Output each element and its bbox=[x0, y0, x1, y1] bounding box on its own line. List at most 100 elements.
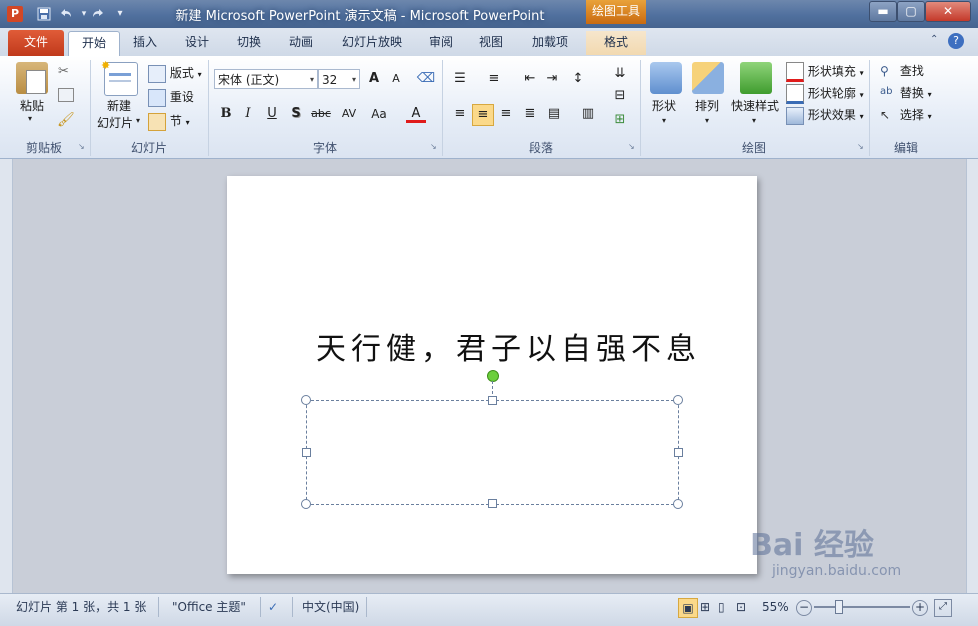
bold-button[interactable]: B bbox=[216, 104, 236, 124]
tab-file[interactable]: 文件 bbox=[8, 30, 64, 56]
character-spacing-button[interactable]: AV bbox=[336, 104, 362, 124]
arrange-button[interactable] bbox=[692, 62, 724, 94]
numbering-icon[interactable]: ≡ bbox=[484, 69, 504, 89]
group-editing-label: 编辑 bbox=[893, 141, 918, 155]
replace-button[interactable]: ab 替换 ▾ bbox=[880, 84, 932, 102]
arrange-dropdown-icon[interactable]: ▾ bbox=[705, 116, 709, 125]
tab-format[interactable]: 格式 bbox=[586, 31, 646, 55]
font-color-button[interactable]: A bbox=[406, 104, 426, 123]
new-slide-button[interactable]: ✸ bbox=[101, 59, 138, 96]
paste-dropdown-icon[interactable]: ▾ bbox=[28, 114, 32, 123]
tab-home[interactable]: 开始 bbox=[68, 31, 120, 56]
zoom-in-icon[interactable]: + bbox=[912, 600, 928, 616]
status-separator bbox=[158, 597, 159, 617]
font-name-select[interactable]: 宋体 (正文) ▾ bbox=[214, 69, 318, 89]
quick-styles-button[interactable] bbox=[740, 62, 772, 94]
close-button[interactable]: ✕ bbox=[925, 1, 971, 22]
section-button[interactable]: 节 ▾ bbox=[148, 112, 190, 131]
arrange-icon bbox=[692, 62, 724, 94]
increase-indent-icon[interactable]: ⇥ bbox=[542, 69, 562, 89]
bullets-icon[interactable]: ☰ bbox=[450, 69, 470, 89]
resize-handle-top[interactable] bbox=[488, 396, 497, 405]
quick-styles-dropdown-icon[interactable]: ▾ bbox=[752, 116, 756, 125]
selected-text-box[interactable] bbox=[306, 400, 679, 505]
tab-slideshow[interactable]: 幻灯片放映 bbox=[334, 31, 410, 55]
zoom-out-icon[interactable]: − bbox=[796, 600, 812, 616]
reset-button[interactable]: 重设 bbox=[148, 88, 194, 107]
distributed-icon[interactable]: ▤ bbox=[544, 104, 564, 124]
shapes-button[interactable] bbox=[650, 62, 682, 94]
slideshow-view-icon[interactable]: ⊡ bbox=[736, 598, 746, 616]
resize-handle-top-right[interactable] bbox=[673, 395, 683, 405]
select-button[interactable]: ↖ 选择 ▾ bbox=[880, 106, 932, 124]
shape-outline-button[interactable]: 形状轮廓 ▾ bbox=[786, 84, 864, 104]
section-icon bbox=[148, 112, 166, 131]
shrink-font-button[interactable]: A bbox=[386, 69, 406, 89]
zoom-slider-track[interactable] bbox=[814, 606, 910, 608]
columns-icon[interactable]: ▥ bbox=[578, 104, 598, 124]
resize-handle-top-left[interactable] bbox=[301, 395, 311, 405]
rotate-handle[interactable] bbox=[487, 370, 499, 382]
maximize-button[interactable]: ▢ bbox=[897, 1, 925, 22]
paragraph-launcher-icon[interactable]: ↘ bbox=[628, 142, 637, 151]
reset-icon bbox=[148, 88, 166, 107]
change-case-button[interactable]: Aa bbox=[366, 104, 392, 124]
resize-handle-bottom[interactable] bbox=[488, 499, 497, 508]
slide-sorter-icon[interactable]: ⊞ bbox=[700, 598, 710, 616]
resize-handle-bottom-left[interactable] bbox=[301, 499, 311, 509]
shapes-label: 形状 bbox=[652, 99, 677, 113]
spell-check-icon[interactable]: ✓ bbox=[268, 598, 278, 616]
font-launcher-icon[interactable]: ↘ bbox=[430, 142, 439, 151]
theme-status[interactable]: "Office 主题" bbox=[172, 598, 246, 616]
resize-handle-bottom-right[interactable] bbox=[673, 499, 683, 509]
smartart-icon[interactable]: ⊞ bbox=[610, 110, 630, 130]
resize-handle-right[interactable] bbox=[674, 448, 683, 457]
copy-icon[interactable] bbox=[58, 88, 74, 102]
find-label: 查找 bbox=[899, 64, 924, 78]
line-spacing-icon[interactable]: ↕ bbox=[568, 69, 588, 89]
language-status[interactable]: 中文(中国) bbox=[302, 598, 359, 616]
tab-review[interactable]: 审阅 bbox=[420, 31, 462, 55]
clear-formatting-icon[interactable]: ⌫ bbox=[416, 69, 436, 89]
font-size-select[interactable]: 32 ▾ bbox=[318, 69, 360, 89]
tab-animations[interactable]: 动画 bbox=[280, 31, 322, 55]
tab-view[interactable]: 视图 bbox=[470, 31, 512, 55]
tab-design[interactable]: 设计 bbox=[176, 31, 218, 55]
text-shadow-button[interactable]: S bbox=[286, 104, 306, 124]
justify-icon[interactable]: ≣ bbox=[520, 104, 540, 124]
find-button[interactable]: ⚲ 查找 bbox=[880, 62, 924, 80]
tab-addins[interactable]: 加载项 bbox=[522, 31, 578, 55]
italic-button[interactable]: I bbox=[238, 104, 258, 124]
grow-font-button[interactable]: A bbox=[364, 69, 384, 89]
align-right-icon[interactable]: ≡ bbox=[496, 104, 516, 124]
fit-to-window-icon[interactable]: ⤢ bbox=[934, 599, 952, 617]
new-slide-dropdown-icon[interactable]: ▾ bbox=[136, 116, 140, 125]
align-text-icon[interactable]: ⊟ bbox=[610, 86, 630, 106]
align-left-icon[interactable]: ≡ bbox=[450, 104, 470, 124]
shape-effects-button[interactable]: 形状效果 ▾ bbox=[786, 106, 864, 125]
drawing-launcher-icon[interactable]: ↘ bbox=[857, 142, 866, 151]
layout-button[interactable]: 版式 ▾ bbox=[148, 64, 202, 83]
tab-transitions[interactable]: 切换 bbox=[228, 31, 270, 55]
normal-view-icon[interactable]: ▣ bbox=[678, 598, 698, 618]
zoom-slider-thumb[interactable] bbox=[835, 600, 843, 614]
shape-fill-button[interactable]: 形状填充 ▾ bbox=[786, 62, 864, 82]
clipboard-launcher-icon[interactable]: ↘ bbox=[78, 142, 87, 151]
minimize-ribbon-icon[interactable]: ⌃ bbox=[930, 34, 944, 48]
tab-insert[interactable]: 插入 bbox=[124, 31, 166, 55]
reading-view-icon[interactable]: ▯ bbox=[718, 598, 725, 616]
align-center-icon[interactable]: ≡ bbox=[472, 104, 494, 126]
cut-icon[interactable]: ✂ bbox=[58, 64, 69, 79]
slide-title-text[interactable]: 天行健，君子以自强不息 bbox=[316, 324, 696, 367]
text-direction-icon[interactable]: ⇊ bbox=[610, 64, 630, 84]
minimize-button[interactable]: ▬ bbox=[869, 1, 897, 22]
zoom-level[interactable]: 55% bbox=[762, 598, 789, 616]
shapes-dropdown-icon[interactable]: ▾ bbox=[662, 116, 666, 125]
strikethrough-button[interactable]: abc bbox=[308, 104, 334, 124]
format-painter-icon[interactable]: 🖌 bbox=[57, 112, 75, 128]
resize-handle-left[interactable] bbox=[302, 448, 311, 457]
underline-button[interactable]: U bbox=[262, 104, 282, 124]
paste-button[interactable] bbox=[16, 62, 48, 94]
help-icon[interactable]: ? bbox=[948, 33, 964, 49]
decrease-indent-icon[interactable]: ⇤ bbox=[520, 69, 540, 89]
